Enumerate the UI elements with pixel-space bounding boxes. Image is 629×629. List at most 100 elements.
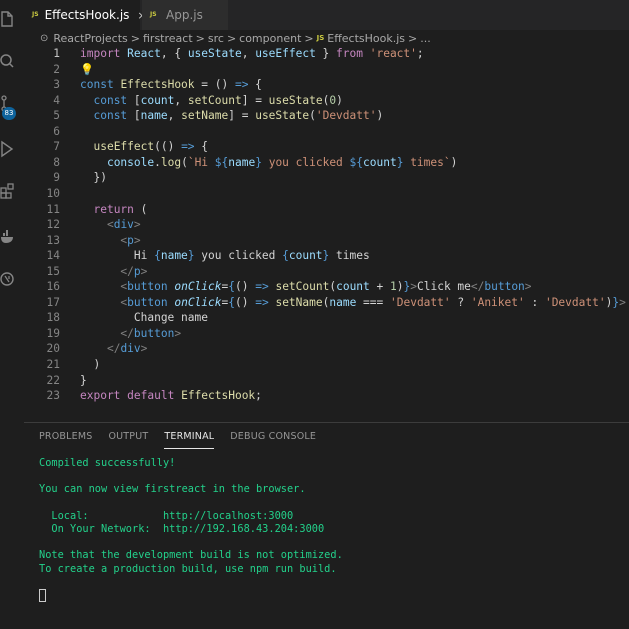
line-number: 11 — [46, 202, 60, 216]
code-token: > — [619, 295, 626, 309]
tab-debug-console[interactable]: DEBUG CONSOLE — [230, 431, 316, 449]
code-token: ] = — [241, 93, 269, 107]
code-line[interactable]: 2 💡 — [24, 62, 629, 78]
breadcrumb-separator: > — [304, 31, 314, 45]
code-token: return — [93, 202, 134, 216]
code-line[interactable]: 4 const [count, setCount] = useState(0) — [24, 93, 629, 109]
code-token: { — [248, 78, 262, 92]
run-debug-icon[interactable] — [0, 140, 14, 158]
code-line[interactable]: 11 return ( — [24, 202, 629, 218]
code-token: () — [235, 295, 256, 309]
code-token: [ — [127, 109, 141, 123]
breadcrumb-item[interactable]: EffectsHook.js — [327, 32, 405, 45]
line-number: 21 — [46, 358, 60, 371]
code-line[interactable]: 18 Change name — [24, 310, 629, 326]
code-editor[interactable]: 1 import React, { useState, useEffect } f… — [24, 46, 629, 416]
code-line[interactable]: 14 Hi {name} you clicked {count} times — [24, 248, 629, 264]
code-token: > — [140, 342, 148, 356]
js-file-icon: JS — [32, 11, 39, 18]
terminal-line: Compiled successfully! — [39, 457, 176, 469]
code-text: }) — [80, 170, 107, 186]
code-token: < — [106, 218, 114, 232]
code-token: EffectsHook — [120, 78, 195, 92]
code-line[interactable]: 7 useEffect(() => { — [24, 139, 629, 155]
code-text: useEffect(() => { — [80, 139, 208, 155]
code-token: => — [255, 280, 269, 294]
code-line[interactable]: 20 </div> — [24, 341, 629, 357]
code-line[interactable]: 10 — [24, 186, 629, 202]
code-line[interactable]: 9 }) — [24, 170, 629, 186]
code-token: useState — [268, 93, 323, 107]
code-text: 💡 — [80, 62, 94, 78]
code-text: } — [80, 373, 87, 389]
line-number: 16 — [46, 280, 60, 294]
code-line[interactable]: 16 <button onClick={() => setCount(count… — [24, 279, 629, 295]
tab-app[interactable]: JS App.js — [142, 0, 228, 30]
breadcrumb-item[interactable]: ReactProjects — [53, 32, 127, 45]
code-token: ( — [133, 202, 148, 216]
code-text: console.log(`Hi ${name} you clicked ${co… — [80, 155, 457, 171]
code-token: const — [80, 78, 114, 92]
code-line[interactable]: 23 export default EffectsHook; — [24, 388, 629, 404]
breadcrumb-item[interactable]: ... — [420, 32, 431, 45]
tab-problems[interactable]: PROBLEMS — [39, 431, 92, 449]
code-line[interactable]: 5 const [name, setName] = useState('Devd… — [24, 108, 629, 124]
code-token: > — [174, 326, 182, 340]
git-graph-icon[interactable] — [0, 270, 14, 288]
tab-terminal[interactable]: TERMINAL — [164, 431, 215, 449]
breadcrumb-item[interactable]: component — [239, 32, 301, 45]
code-text: export default EffectsHook; — [80, 388, 262, 404]
code-token: p — [127, 233, 134, 247]
code-token: > — [140, 264, 148, 278]
code-token: > — [133, 218, 141, 232]
code-token: > — [133, 233, 141, 247]
tab-effectshook[interactable]: JS EffectsHook.js × — [24, 0, 147, 30]
code-line[interactable]: 1 import React, { useState, useEffect } f… — [24, 46, 629, 62]
lightbulb-icon[interactable]: 💡 — [80, 63, 94, 76]
code-token: default — [127, 389, 175, 403]
code-line[interactable]: 22} — [24, 373, 629, 389]
code-token: }) — [80, 171, 107, 185]
line-number: 13 — [46, 233, 60, 247]
extensions-icon[interactable] — [0, 182, 14, 200]
code-token: () — [235, 280, 256, 294]
code-line[interactable]: 8 console.log(`Hi ${name} you clicked ${… — [24, 155, 629, 171]
code-line[interactable]: 6 — [24, 124, 629, 140]
code-token: 'Aniket' — [470, 295, 525, 309]
line-number: 12 — [46, 218, 60, 232]
explorer-icon[interactable] — [0, 10, 14, 28]
code-token: ] = — [228, 109, 256, 123]
code-token: name — [140, 109, 168, 123]
terminal-prompt[interactable] — [39, 589, 343, 603]
line-number: 9 — [53, 171, 60, 185]
code-line[interactable]: 15 </p> — [24, 264, 629, 280]
terminal-output[interactable]: Compiled successfully! You can now view … — [39, 457, 343, 603]
docker-icon[interactable] — [0, 228, 14, 246]
code-line[interactable]: 13 <p> — [24, 233, 629, 249]
code-token: ; — [255, 389, 262, 403]
breadcrumb-item[interactable]: src — [208, 32, 224, 45]
code-token: React — [127, 47, 161, 60]
code-token: ( — [309, 109, 316, 123]
code-token: ) — [396, 280, 404, 294]
search-icon[interactable] — [0, 52, 14, 70]
tab-output[interactable]: OUTPUT — [108, 431, 148, 449]
code-line[interactable]: 21 ) — [24, 357, 629, 373]
code-line[interactable]: 17 <button onClick={() => setName(name =… — [24, 295, 629, 311]
code-token: 'Devdatt' — [315, 109, 377, 123]
line-number: 7 — [53, 140, 60, 154]
code-token: } — [255, 155, 262, 169]
code-token: div — [113, 218, 134, 232]
code-token: p — [133, 264, 141, 278]
code-line[interactable]: 3 const EffectsHook = () => { — [24, 77, 629, 93]
code-token: setCount — [187, 93, 242, 107]
code-line[interactable]: 19 </button> — [24, 326, 629, 342]
breadcrumb-item[interactable]: firstreact — [143, 32, 193, 45]
code-token: [ — [127, 93, 141, 107]
line-number: 14 — [46, 249, 60, 263]
code-token: times` — [403, 155, 451, 169]
code-token: , — [167, 109, 182, 123]
code-line[interactable]: 12 <div> — [24, 217, 629, 233]
